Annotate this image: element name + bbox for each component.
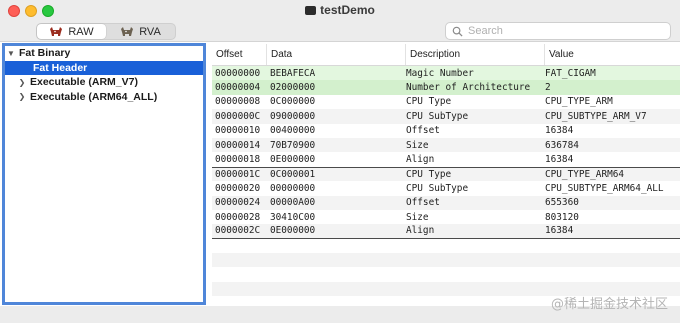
cell-description: CPU SubType [406, 110, 469, 122]
cell-value: 16384 [545, 225, 574, 237]
cell-offset: 00000020 [215, 182, 261, 194]
column-header-data[interactable]: Data [267, 44, 406, 65]
table-row[interactable]: 00000020 00000000 CPU SubType CPU_SUBTYP… [212, 181, 680, 195]
cell-offset: 00000014 [215, 139, 261, 151]
title-bar: testDemo RAW RVA [0, 0, 680, 42]
cell-offset: 00000010 [215, 125, 261, 137]
cell-data: 00000A00 [270, 197, 316, 209]
table-row[interactable]: 0000001C 0C000001 CPU Type CPU_TYPE_ARM6… [212, 166, 680, 182]
search-input[interactable] [468, 25, 658, 37]
table-row[interactable]: 0000002C 0E000000 Align 16384 [212, 224, 680, 239]
cell-offset: 00000000 [215, 67, 261, 79]
empty-table-row [212, 239, 680, 253]
cell-description: CPU Type [406, 96, 452, 108]
cell-offset: 00000028 [215, 211, 261, 223]
raw-segment-button[interactable]: RAW [37, 24, 106, 39]
tree-item-executable-arm64-all[interactable]: ❯ Executable (ARM64_ALL) [5, 90, 203, 105]
cell-data: 0E000000 [270, 225, 316, 237]
tree-item-fat-binary[interactable]: ▼ Fat Binary [5, 46, 203, 61]
cell-data: 09000000 [270, 110, 316, 122]
window-title: testDemo [0, 3, 680, 17]
tree-item-label: Executable (ARM64_ALL) [30, 90, 158, 103]
cell-data: 0C000000 [270, 96, 316, 108]
chevron-down-icon[interactable]: ▼ [6, 49, 16, 58]
cell-data: 00000000 [270, 182, 316, 194]
watermark-text: @稀土掘金技术社区 [550, 297, 668, 312]
cell-value: CPU_TYPE_ARM64 [545, 168, 625, 180]
cell-offset: 00000008 [215, 96, 261, 108]
cell-description: Size [406, 211, 429, 223]
column-header-value[interactable]: Value [545, 44, 680, 65]
table-row[interactable]: 00000028 30410C00 Size 803120 [212, 210, 680, 224]
tree-item-label: Executable (ARM_V7) [30, 76, 138, 89]
cell-value: 16384 [545, 125, 574, 137]
search-icon [452, 26, 463, 37]
cell-description: Offset [406, 125, 440, 137]
cell-data: 00400000 [270, 125, 316, 137]
column-header-offset[interactable]: Offset [212, 44, 267, 65]
cell-value: 2 [545, 82, 551, 94]
cell-description: Align [406, 154, 435, 166]
cell-description: CPU SubType [406, 182, 469, 194]
cell-description: Magic Number [406, 67, 474, 79]
table-row[interactable]: 00000004 02000000 Number of Architecture… [212, 80, 680, 95]
address-mode-segmented-control: RAW RVA [36, 23, 176, 40]
tree-item-label: Fat Header [33, 61, 88, 74]
tree-item-label: Fat Binary [19, 47, 71, 60]
tree-item-fat-header[interactable]: Fat Header [5, 60, 203, 75]
cell-data: 30410C00 [270, 211, 316, 223]
column-header-description[interactable]: Description [406, 44, 545, 65]
cell-description: Align [406, 225, 435, 237]
terminal-app-icon [305, 6, 317, 15]
chevron-right-icon[interactable]: ❯ [17, 92, 27, 101]
cell-data: 02000000 [270, 82, 316, 94]
cell-data: 70B70900 [270, 139, 316, 151]
table-row[interactable]: 00000000 BEBAFECA Magic Number FAT_CIGAM [212, 66, 680, 81]
cell-data: BEBAFECA [270, 67, 316, 79]
table-header: Offset Data Description Value [212, 44, 680, 66]
cell-offset: 00000004 [215, 82, 261, 94]
cell-offset: 00000018 [215, 154, 261, 166]
cell-description: Size [406, 139, 429, 151]
detail-table: Offset Data Description Value 00000000 B… [212, 44, 680, 306]
cell-offset: 0000001C [215, 168, 261, 180]
table-row[interactable]: 00000018 0E000000 Align 16384 [212, 152, 680, 166]
cell-value: 636784 [545, 139, 579, 151]
cell-value: FAT_CIGAM [545, 67, 596, 79]
cell-value: 655360 [545, 197, 579, 209]
table-row[interactable]: 00000010 00400000 Offset 16384 [212, 124, 680, 138]
table-row[interactable]: 0000000C 09000000 CPU SubType CPU_SUBTYP… [212, 109, 680, 124]
rva-segment-button[interactable]: RVA [106, 24, 175, 39]
cell-value: 16384 [545, 154, 574, 166]
empty-table-row [212, 267, 680, 281]
search-field[interactable] [445, 22, 671, 40]
cell-description: Offset [406, 197, 440, 209]
table-row[interactable]: 00000014 70B70900 Size 636784 [212, 137, 680, 153]
raw-segment-label: RAW [68, 25, 94, 38]
cell-value: CPU_TYPE_ARM [545, 96, 613, 108]
cell-description: Number of Architecture [406, 82, 531, 94]
cell-value: 803120 [545, 211, 579, 223]
table-row[interactable]: 00000008 0C000000 CPU Type CPU_TYPE_ARM [212, 95, 680, 109]
bull-icon [50, 26, 63, 36]
tree-item-executable-arm-v7[interactable]: ❯ Executable (ARM_V7) [5, 75, 203, 90]
cell-description: CPU Type [406, 168, 452, 180]
cell-value: CPU_SUBTYPE_ARM_V7 [545, 110, 647, 122]
cell-offset: 0000000C [215, 110, 261, 122]
cell-value: CPU_SUBTYPE_ARM64_ALL [545, 182, 664, 194]
cell-offset: 00000024 [215, 197, 261, 209]
empty-table-row [212, 253, 680, 268]
cell-data: 0E000000 [270, 154, 316, 166]
chevron-right-icon[interactable]: ❯ [17, 78, 27, 87]
bull-icon [121, 26, 134, 36]
cell-data: 0C000001 [270, 168, 316, 180]
table-row[interactable]: 00000024 00000A00 Offset 655360 [212, 195, 680, 210]
rva-segment-label: RVA [139, 25, 161, 38]
window-title-text: testDemo [320, 3, 375, 17]
structure-sidebar: ▼ Fat Binary Fat Header ❯ Executable (AR… [2, 43, 206, 305]
cell-offset: 0000002C [215, 225, 261, 237]
